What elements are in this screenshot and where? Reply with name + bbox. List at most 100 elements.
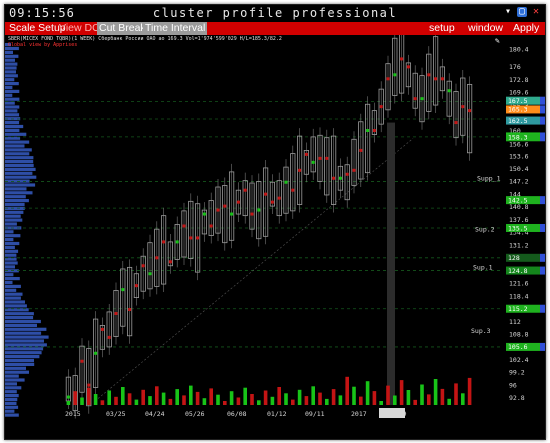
menu-window[interactable]: window <box>466 22 505 35</box>
candle-marker <box>434 77 438 81</box>
volume-bar <box>195 391 200 405</box>
volume-profile-bar <box>5 152 30 156</box>
price-tag-marker <box>540 304 545 313</box>
volume-profile-bar <box>5 109 18 113</box>
volume-profile-bar <box>5 66 17 70</box>
volume-profile-bar <box>5 245 15 249</box>
candle-marker <box>162 240 166 244</box>
price-chart[interactable]: 180.4176172.8169.6166.3162.9160156.6153.… <box>5 35 545 439</box>
volume-profile-bar <box>5 58 15 62</box>
volume-profile-bar <box>5 171 33 175</box>
y-axis-tick-label: 121.6 <box>509 280 529 288</box>
volume-profile-bar <box>5 202 25 207</box>
volume-profile-bar <box>5 74 18 78</box>
volume-profile-bar <box>5 366 26 370</box>
x-axis-tick-label: 06/08 <box>227 410 247 418</box>
y-axis-tick-label: 108.8 <box>509 330 529 338</box>
volume-bar <box>189 385 193 405</box>
volume-bar <box>454 383 458 405</box>
volume-bar <box>73 391 77 405</box>
y-axis-tick-label: 153.6 <box>509 152 529 160</box>
volume-profile-bar <box>5 304 27 308</box>
candle-marker <box>400 57 404 61</box>
price-tag-label: 167.5 <box>508 97 528 105</box>
menu-time-interval[interactable]: Time Interval <box>143 22 208 35</box>
volume-profile-bar <box>5 386 22 390</box>
volume-bar <box>270 396 275 405</box>
candle-marker <box>155 256 159 260</box>
minimize-icon[interactable]: ▾ <box>503 7 513 17</box>
candle-marker <box>332 176 336 180</box>
candle-marker <box>304 152 308 156</box>
volume-bar <box>114 396 118 405</box>
volume-bar <box>161 392 166 405</box>
y-axis-tick-label: 131.2 <box>509 241 529 249</box>
candle-marker <box>100 327 104 331</box>
volume-bar <box>148 396 152 405</box>
y-axis-tick-label: 169.6 <box>509 89 529 97</box>
volume-profile-bar <box>5 214 21 218</box>
price-tag-marker <box>540 133 545 142</box>
y-axis-tick-label: 180.4 <box>509 46 529 54</box>
volume-profile-bar <box>5 85 13 90</box>
menu-setup[interactable]: setup <box>427 22 457 35</box>
candle-marker <box>468 109 472 113</box>
volume-profile-bar <box>5 148 32 152</box>
volume-profile-bar <box>5 62 18 66</box>
volume-profile-bar <box>5 124 24 129</box>
candle-marker <box>298 168 302 172</box>
candle-marker <box>87 383 91 387</box>
y-axis-tick-label: 118.4 <box>509 292 529 300</box>
volume-profile-bar <box>5 401 17 405</box>
volume-bar <box>461 393 465 405</box>
candle-marker <box>196 236 200 240</box>
close-icon[interactable]: ✕ <box>531 7 541 17</box>
candle-marker <box>264 192 268 196</box>
candle-marker <box>216 208 220 212</box>
price-tag-marker <box>540 342 545 351</box>
candle-marker <box>148 272 152 276</box>
volume-bar <box>236 397 241 405</box>
maximize-icon[interactable]: ▢ <box>517 7 527 17</box>
candle-marker <box>209 224 213 228</box>
price-tag-label: 124.8 <box>508 267 528 275</box>
volume-bar <box>440 388 445 405</box>
candle-marker <box>406 65 410 69</box>
volume-profile-bar <box>5 234 21 238</box>
candle-marker <box>366 129 370 133</box>
menu-bar: Scale Setup View DOM Cut Breaks Time Int… <box>5 22 545 35</box>
candle-marker <box>311 160 315 164</box>
candle-marker <box>236 200 240 204</box>
support-annotation: Sup.1 <box>473 264 493 272</box>
pencil-icon[interactable]: ✎ <box>495 37 503 45</box>
volume-profile-bar <box>5 101 15 105</box>
volume-profile-bar <box>5 97 20 101</box>
y-axis-tick-label: 137.6 <box>509 216 529 224</box>
volume-profile-bar <box>5 331 42 335</box>
candle-marker <box>107 335 111 339</box>
price-tag-marker <box>540 105 545 114</box>
volume-bar <box>155 386 159 405</box>
volume-profile-bar <box>5 187 27 191</box>
y-axis-tick-label: 176 <box>509 63 521 71</box>
volume-profile-bar <box>5 343 47 347</box>
volume-bar <box>202 398 207 405</box>
volume-bar <box>338 395 343 405</box>
volume-bar <box>386 385 390 405</box>
volume-profile-bar <box>5 210 24 214</box>
volume-bar <box>121 387 125 405</box>
price-tag-label: 158.3 <box>508 134 528 142</box>
price-tag-marker <box>540 196 545 205</box>
volume-profile-bar <box>5 156 34 160</box>
x-axis-tick-label: 03/25 <box>106 410 126 418</box>
volume-bar <box>406 390 411 405</box>
volume-bar <box>365 381 370 405</box>
volume-profile-bar <box>5 93 13 97</box>
y-axis-tick-label: 96 <box>509 381 517 389</box>
volume-profile-bar <box>5 327 47 331</box>
volume-bar <box>331 389 336 405</box>
app-window: 09:15:56 cluster profile professional ▾ … <box>4 4 546 440</box>
menu-apply[interactable]: Apply <box>511 22 541 35</box>
volume-profile-bar <box>5 105 20 109</box>
x-axis-tick-label: 01/12 <box>267 410 287 418</box>
